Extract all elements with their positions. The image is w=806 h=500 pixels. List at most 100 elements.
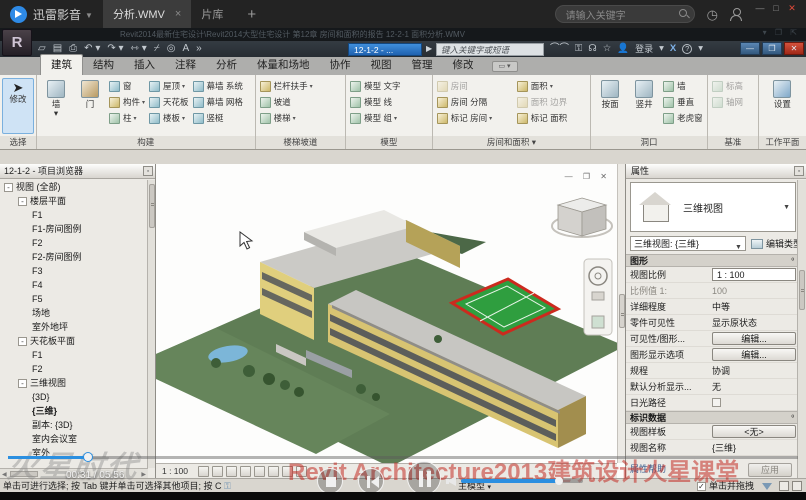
tag-area-button[interactable]: 标记 面积 bbox=[517, 110, 567, 126]
tag-icon[interactable]: ◎ bbox=[167, 44, 176, 54]
tab-close-icon[interactable]: × bbox=[175, 8, 181, 20]
edit-type-button[interactable]: 编辑类型 bbox=[751, 237, 802, 250]
tab-insert[interactable]: 插入 bbox=[124, 55, 165, 75]
redo-icon[interactable]: ↷ ▾ bbox=[107, 44, 123, 54]
model-group-button[interactable]: 模型 组▾ bbox=[350, 110, 400, 126]
measure-icon[interactable]: ⇿ ▾ bbox=[131, 44, 147, 54]
tree-item[interactable]: F2-房间图例 bbox=[0, 250, 147, 264]
tab-annotate[interactable]: 注释 bbox=[165, 55, 206, 75]
section-graphics[interactable]: 图形º bbox=[626, 254, 806, 267]
wall-opening-button[interactable]: 墙 bbox=[663, 78, 703, 94]
discipline-value[interactable]: 协调 bbox=[712, 364, 796, 377]
binoculars-search-icon[interactable]: ⌒⌒ bbox=[550, 44, 569, 54]
tree-item[interactable]: F1-房间图例 bbox=[0, 222, 147, 236]
model-text-button[interactable]: 模型 文字 bbox=[350, 78, 400, 94]
seek-bar[interactable] bbox=[8, 456, 798, 459]
player-search-input[interactable]: 请输入关键字 bbox=[555, 5, 695, 23]
tree-item[interactable]: F2 bbox=[0, 236, 147, 250]
tab-library[interactable]: 片库 bbox=[191, 0, 233, 28]
view-scale-input[interactable]: 1 : 100 bbox=[712, 268, 796, 281]
tree-expander-icon[interactable]: - bbox=[18, 197, 27, 206]
tag-room-button[interactable]: 标记 房间▾ bbox=[437, 110, 513, 126]
chevron-down-icon[interactable]: ▼ bbox=[783, 204, 790, 211]
curtain-system-button[interactable]: 幕墙 系统 bbox=[193, 78, 243, 94]
print-icon[interactable]: ⎙ bbox=[69, 44, 77, 54]
shaft-button[interactable]: 竖井 bbox=[627, 78, 661, 109]
history-clock-icon[interactable]: ◷ bbox=[707, 8, 718, 21]
stop-button[interactable] bbox=[317, 468, 343, 494]
text-icon[interactable]: A bbox=[182, 44, 189, 54]
tree-expander-icon[interactable]: - bbox=[18, 337, 27, 346]
tree-item[interactable]: {3D} bbox=[0, 390, 147, 404]
tab-massing-site[interactable]: 体量和场地 bbox=[247, 55, 320, 75]
revit-app-button[interactable]: R bbox=[2, 29, 32, 56]
parts-visibility-value[interactable]: 显示原状态 bbox=[712, 316, 796, 329]
help-caret-icon[interactable]: ▾ bbox=[698, 44, 703, 54]
view-template-button[interactable]: <无> bbox=[712, 425, 796, 438]
qat-more-icon[interactable]: » bbox=[196, 44, 202, 54]
app-menu-caret-icon[interactable]: ▼ bbox=[85, 11, 93, 20]
tab-modify[interactable]: 修改 bbox=[443, 55, 484, 75]
view-selector-arrow-icon[interactable]: ▶ bbox=[426, 44, 432, 53]
ribbon-display-toggle[interactable]: ▭ ▾ bbox=[492, 61, 518, 72]
subscription-key-icon[interactable]: ⚿ bbox=[575, 44, 582, 54]
door-button[interactable]: 门 bbox=[73, 78, 107, 109]
scale-label[interactable]: 1 : 100 bbox=[162, 466, 188, 476]
mullion-button[interactable]: 竖梃 bbox=[193, 110, 243, 126]
tree-item[interactable]: -楼层平面 bbox=[0, 194, 147, 208]
railing-button[interactable]: 栏杆扶手▾ bbox=[260, 78, 313, 94]
sun-path-icon[interactable] bbox=[226, 466, 237, 477]
type-selector[interactable]: 三维视图 ▼ bbox=[630, 182, 796, 232]
help-icon[interactable]: ? bbox=[682, 44, 692, 54]
active-view-selector[interactable]: 12-1-2 - ... bbox=[348, 43, 422, 56]
properties-close-icon[interactable]: ▫ bbox=[794, 166, 804, 176]
3d-building-model[interactable] bbox=[156, 164, 626, 478]
ramp-button[interactable]: 坡道 bbox=[260, 94, 313, 110]
favorites-star-icon[interactable]: ☆ bbox=[603, 44, 612, 54]
set-workplane-button[interactable]: 设置 bbox=[765, 78, 799, 109]
tree-item[interactable]: F2 bbox=[0, 362, 147, 376]
tree-item[interactable]: -三维视图 bbox=[0, 376, 147, 390]
vertical-opening-button[interactable]: 垂直 bbox=[663, 94, 703, 110]
filter-funnel-icon[interactable] bbox=[762, 483, 772, 490]
curtain-grid-button[interactable]: 幕墙 网格 bbox=[193, 94, 243, 110]
revit-restore-button[interactable]: ❐ bbox=[762, 42, 782, 55]
section-identity-data[interactable]: 标识数据º bbox=[626, 411, 806, 424]
previous-button[interactable] bbox=[358, 468, 384, 494]
area-button[interactable]: 面积▾ bbox=[517, 78, 567, 94]
tree-item[interactable]: F5 bbox=[0, 292, 147, 306]
tree-expander-icon[interactable]: - bbox=[18, 379, 27, 388]
undo-icon[interactable]: ↶ ▾ bbox=[84, 44, 100, 54]
signin-person-icon[interactable]: 👤 bbox=[617, 44, 629, 54]
project-browser-title[interactable]: 12-1-2 - 项目浏览器 bbox=[0, 164, 155, 179]
volume-track[interactable] bbox=[461, 479, 583, 483]
search-icon[interactable] bbox=[679, 9, 687, 17]
tab-architecture[interactable]: 建筑 bbox=[40, 54, 83, 75]
revit-minimize-button[interactable]: — bbox=[740, 42, 760, 55]
select-elements-icon[interactable] bbox=[779, 481, 789, 491]
canvas-vertical-scrollbar[interactable] bbox=[617, 164, 625, 463]
save-icon[interactable]: ▤ bbox=[53, 44, 62, 54]
stair-button[interactable]: 楼梯▾ bbox=[260, 110, 313, 126]
view-window-controls[interactable]: — ❐ ✕ bbox=[565, 172, 611, 181]
component-button[interactable]: 构件▾ bbox=[109, 94, 145, 110]
wall-button[interactable]: 墙▾ bbox=[39, 78, 73, 119]
new-tab-button[interactable]: + bbox=[247, 6, 256, 23]
tree-item[interactable]: 场地 bbox=[0, 306, 147, 320]
seek-handle[interactable] bbox=[83, 452, 93, 462]
modify-button[interactable]: ➤ 修改 bbox=[2, 78, 34, 134]
column-button[interactable]: 柱▾ bbox=[109, 110, 145, 126]
analysis-display-value[interactable]: 无 bbox=[712, 380, 796, 393]
tree-item[interactable]: 室外地坪 bbox=[0, 320, 147, 334]
tree-item[interactable]: -天花板平面 bbox=[0, 334, 147, 348]
tree-item[interactable]: 副本: {3D} bbox=[0, 418, 147, 432]
roof-button[interactable]: 屋顶▾ bbox=[149, 78, 189, 94]
resize-grip-icon[interactable] bbox=[792, 481, 802, 491]
graphic-display-edit-button[interactable]: 编辑... bbox=[712, 348, 796, 361]
signin-label[interactable]: 登录 bbox=[635, 45, 653, 54]
revit-close-button[interactable]: ✕ bbox=[784, 42, 804, 55]
properties-scrollbar[interactable] bbox=[797, 180, 806, 478]
rendering-icon[interactable] bbox=[254, 466, 265, 477]
tree-item[interactable]: F1 bbox=[0, 208, 147, 222]
floor-button[interactable]: 楼板▾ bbox=[149, 110, 189, 126]
